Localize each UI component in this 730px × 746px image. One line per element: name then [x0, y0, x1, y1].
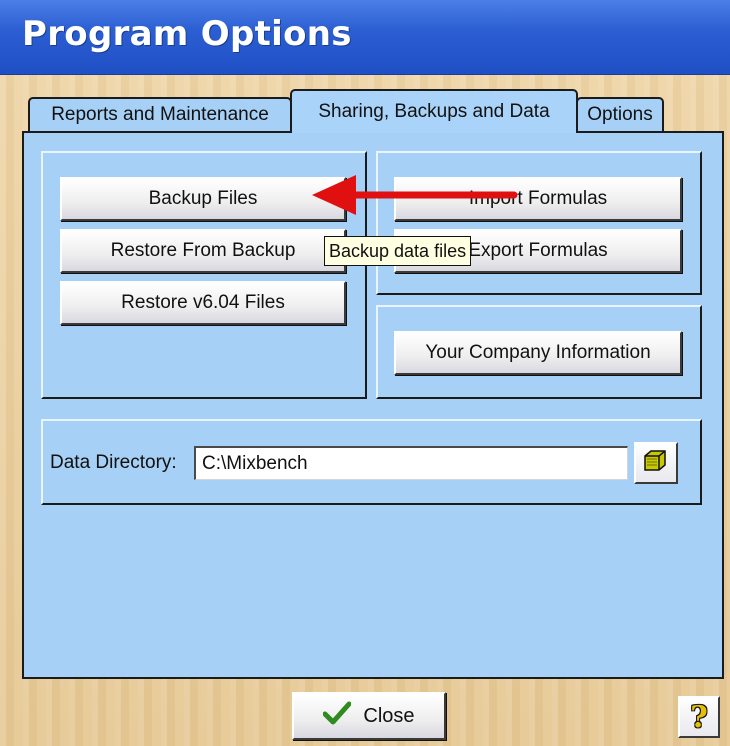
help-icon: ?	[690, 699, 708, 735]
restore-v604-files-button[interactable]: Restore v6.04 Files	[60, 281, 346, 325]
help-button[interactable]: ?	[678, 696, 720, 738]
program-options-window: Program Options Reports and Maintenance …	[0, 0, 730, 746]
folder-icon	[641, 448, 671, 479]
checkmark-icon	[322, 701, 352, 731]
close-button-label: Close	[363, 704, 415, 727]
tab-options[interactable]: Options	[576, 97, 664, 131]
tab-sharing-backups-and-data[interactable]: Sharing, Backups and Data	[290, 89, 578, 133]
data-directory-label: Data Directory:	[50, 452, 177, 473]
tab-reports-and-maintenance[interactable]: Reports and Maintenance	[28, 97, 292, 131]
data-directory-input[interactable]	[194, 446, 628, 480]
browse-folder-button[interactable]	[634, 442, 678, 484]
close-button[interactable]: Close	[292, 692, 446, 740]
annotation-arrow	[312, 175, 518, 215]
title-bar: Program Options	[0, 0, 730, 75]
window-title: Program Options	[22, 14, 352, 54]
restore-from-backup-button[interactable]: Restore From Backup	[60, 229, 346, 273]
company-information-button[interactable]: Your Company Information	[394, 331, 682, 375]
backup-tooltip: Backup data files	[324, 236, 472, 266]
